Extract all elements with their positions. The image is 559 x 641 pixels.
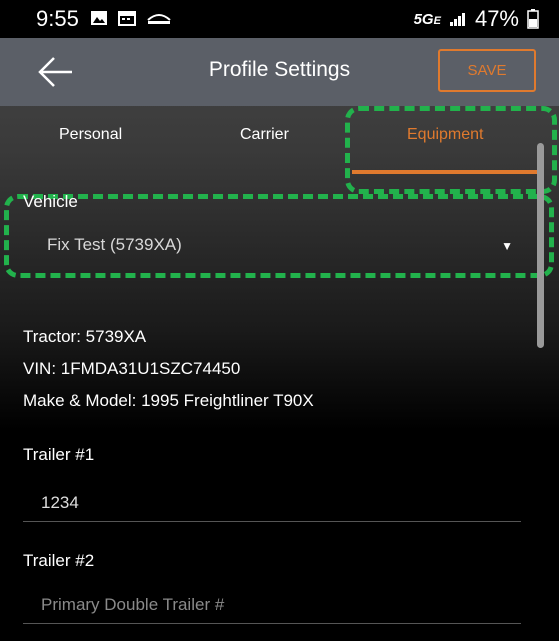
chevron-down-icon: ▼ (501, 239, 513, 253)
make-model-info: Make & Model: 1995 Freightliner T90X (23, 391, 314, 410)
status-bar: 9:55 5GE 47% (0, 0, 559, 38)
battery-icon (527, 9, 539, 29)
tab-bar: Personal Carrier Equipment (0, 106, 559, 176)
calendar-icon (118, 11, 136, 26)
vehicle-select[interactable]: Fix Test (5739XA) ▼ (23, 223, 523, 269)
trailer2-label: Trailer #2 (23, 551, 95, 570)
save-button[interactable]: SAVE (438, 49, 536, 92)
app-header: Profile Settings SAVE (0, 38, 559, 106)
tractor-info: Tractor: 5739XA (23, 327, 147, 346)
trailer1-label: Trailer #1 (23, 445, 95, 464)
status-time: 9:55 (36, 6, 79, 31)
battery-level: 47% (474, 6, 519, 31)
status-right: 5GE 47% (414, 6, 539, 32)
vehicle-label: Vehicle (23, 192, 78, 211)
bridge-app-icon (147, 14, 171, 24)
notification-icons (90, 10, 172, 26)
scrollbar[interactable] (537, 143, 544, 348)
signal-icon (449, 13, 465, 26)
tab-personal[interactable]: Personal (59, 126, 122, 144)
tab-equipment[interactable]: Equipment (407, 126, 484, 144)
vehicle-selected-value: Fix Test (5739XA) (47, 235, 182, 254)
image-icon (91, 11, 107, 25)
tab-carrier[interactable]: Carrier (240, 126, 289, 144)
trailer1-input[interactable] (23, 484, 521, 522)
trailer2-input[interactable] (23, 586, 521, 624)
active-tab-indicator (352, 170, 540, 174)
vin-info: VIN: 1FMDA31U1SZC74450 (23, 359, 241, 378)
network-indicator: 5GE (413, 10, 441, 28)
